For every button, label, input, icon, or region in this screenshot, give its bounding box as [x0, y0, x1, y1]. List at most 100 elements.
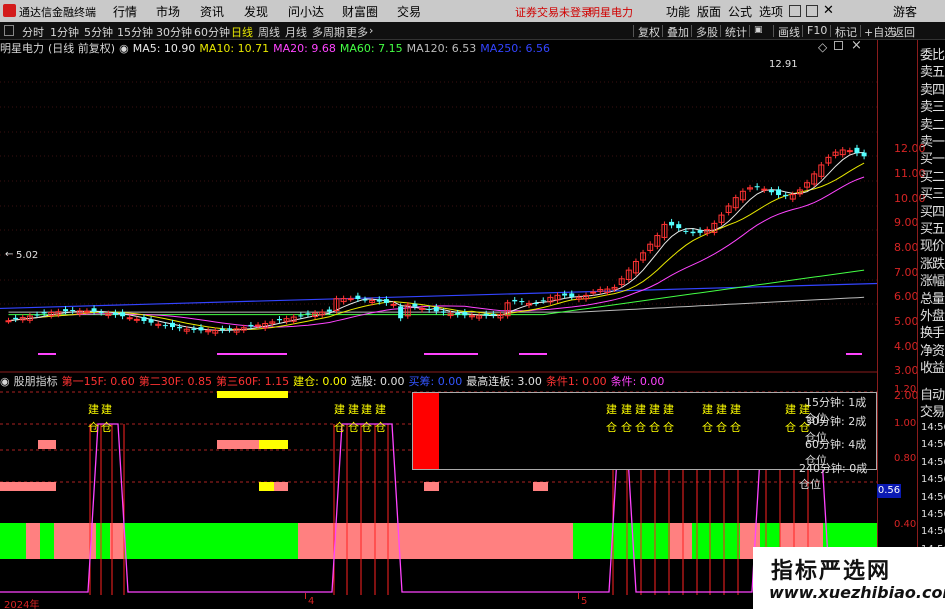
- candle-body: [690, 231, 696, 234]
- period-5min[interactable]: 5分钟: [84, 24, 113, 40]
- divider: [773, 25, 774, 37]
- maximize-icon[interactable]: [806, 5, 818, 17]
- period-fenshi[interactable]: 分时: [22, 24, 44, 40]
- quote-side-panel[interactable]: 委比 卖五 卖四 卖三 卖二 卖一 买一 买二 买三 买四 买五 现价 涨跌 涨幅 总量 外盘 换手 净资 收益 自动…: [917, 40, 945, 609]
- indicator-legend-item: 选股: 0.00: [350, 375, 405, 388]
- candle-body: [5, 320, 12, 323]
- menu-gongneng[interactable]: 功能: [666, 3, 690, 20]
- diamond-icon[interactable]: ◇: [818, 40, 827, 54]
- candle-body: [177, 326, 183, 329]
- indicator-current-value: 0.56: [877, 484, 901, 498]
- minimize-icon[interactable]: [789, 5, 801, 17]
- period-15min[interactable]: 15分钟: [117, 24, 153, 40]
- price-axis: 12.00 11.00 10.00 9.00 8.00 7.00 6.00 5.00 4.00 3…: [877, 40, 926, 402]
- jian-label: 建: [663, 403, 674, 416]
- indicator-name[interactable]: 股朋指标: [14, 375, 58, 388]
- indicator-tick: 0.80: [894, 453, 917, 464]
- period-monthly[interactable]: 月线: [285, 24, 307, 40]
- candle-body: [248, 324, 254, 327]
- more-chevron-icon[interactable]: ›: [369, 24, 373, 37]
- menu-wenxiaoda[interactable]: 问小达: [288, 3, 324, 20]
- tool-back[interactable]: 返回: [893, 24, 915, 40]
- cang-label: 仓: [348, 421, 359, 434]
- candle-body: [383, 299, 389, 303]
- candle-body: [483, 313, 489, 316]
- candle-body: [562, 293, 568, 296]
- menu-faxian[interactable]: 发现: [244, 3, 268, 20]
- tool-huaxian[interactable]: 画线: [778, 24, 800, 40]
- period-weekly[interactable]: 周线: [258, 24, 280, 40]
- side-label: 涨跌: [920, 256, 945, 272]
- indicator-tick: 1.20: [894, 384, 917, 395]
- cang-label: 仓: [606, 421, 617, 434]
- period-1min[interactable]: 1分钟: [50, 24, 79, 40]
- menu-banmian[interactable]: 版面: [697, 3, 721, 20]
- candle-body: [861, 152, 867, 157]
- jian-label: 建: [716, 403, 727, 416]
- indicator-legend: 第一15F: 0.60 第二30F: 0.85 第三60F: 1.15 建仓: 0.0…: [62, 375, 669, 388]
- main-chart-header: 明星电力 (日线 前复权) ◉ MA5: 10.90 MA10: 10.71 MA20: …: [0, 40, 554, 56]
- menu-hangqing[interactable]: 行情: [113, 3, 137, 20]
- side-label: 买一: [920, 152, 945, 168]
- indicator-legend-item: 买筹: 0.00: [408, 375, 463, 388]
- x-label-april: 4: [308, 596, 315, 607]
- candle-body: [326, 309, 332, 312]
- menu-caifuquan[interactable]: 财富圈: [342, 3, 378, 20]
- sidebar-toggle-icon[interactable]: [4, 25, 14, 36]
- jian-label: 建: [348, 403, 359, 416]
- candle-body: [697, 230, 703, 233]
- tool-tongji[interactable]: 统计: [725, 24, 747, 40]
- divider: [691, 25, 692, 37]
- close-chart-icon[interactable]: ×: [851, 38, 862, 53]
- x-axis: 2024年 4 5: [0, 593, 877, 609]
- app-title: 通达信金融终端: [19, 6, 96, 19]
- menu-gongshi[interactable]: 公式: [728, 3, 752, 20]
- login-notice[interactable]: 证券交易未登录: [515, 4, 592, 20]
- menu-jiaoyi[interactable]: 交易: [397, 3, 421, 20]
- candle-body: [219, 328, 225, 331]
- divider: [830, 25, 831, 37]
- jian-label: 建: [799, 403, 810, 416]
- guest-label[interactable]: 游客: [893, 3, 917, 20]
- candle-body: [590, 291, 597, 294]
- side-label: 净资: [920, 343, 945, 359]
- indicator-settings-icon[interactable]: ◉: [0, 375, 10, 388]
- divider: [662, 25, 663, 37]
- divider: [802, 25, 803, 37]
- ma-legend-item: MA120: 6.53: [406, 42, 477, 55]
- candle-body: [669, 221, 675, 226]
- square-icon[interactable]: [834, 41, 843, 50]
- pink-bar: [217, 440, 259, 449]
- signal-strip: [26, 523, 40, 559]
- menu-zixun[interactable]: 资讯: [200, 3, 224, 20]
- candle-body: [490, 313, 496, 316]
- side-label: 卖五: [920, 65, 945, 81]
- period-30min[interactable]: 30分钟: [156, 24, 192, 40]
- menu-shichang[interactable]: 市场: [156, 3, 180, 20]
- menu-xuanxiang[interactable]: 选项: [759, 3, 783, 20]
- kline-chart[interactable]: [0, 40, 877, 373]
- ma-legend-item: MA20: 9.68: [273, 42, 336, 55]
- tool-fuquan[interactable]: 复权: [638, 24, 660, 40]
- tool-duogu[interactable]: 多股: [696, 24, 718, 40]
- candle-body: [846, 150, 853, 153]
- position-bar: [413, 393, 439, 469]
- candle-body: [676, 224, 682, 229]
- period-more[interactable]: 更多: [346, 24, 368, 40]
- candle-body: [776, 189, 782, 196]
- period-daily[interactable]: 日线: [231, 24, 253, 40]
- tool-add-watchlist[interactable]: +自选: [864, 24, 895, 40]
- tool-expand-icon[interactable]: ▣: [754, 25, 763, 35]
- jian-label: 建: [621, 403, 632, 416]
- candle-body: [347, 298, 354, 301]
- signal-strip: [0, 523, 26, 559]
- candle-body: [854, 147, 860, 154]
- stock-name[interactable]: 明星电力: [0, 42, 44, 55]
- period-multi[interactable]: 多周期: [312, 24, 345, 40]
- tool-f10[interactable]: F10: [807, 24, 827, 37]
- indicator-legend-item: 第三60F: 1.15: [215, 375, 290, 388]
- settings-icon[interactable]: ◉: [119, 42, 129, 55]
- period-60min[interactable]: 60分钟: [194, 24, 230, 40]
- tool-diejia[interactable]: 叠加: [667, 24, 689, 40]
- close-icon[interactable]: ✕: [823, 3, 834, 18]
